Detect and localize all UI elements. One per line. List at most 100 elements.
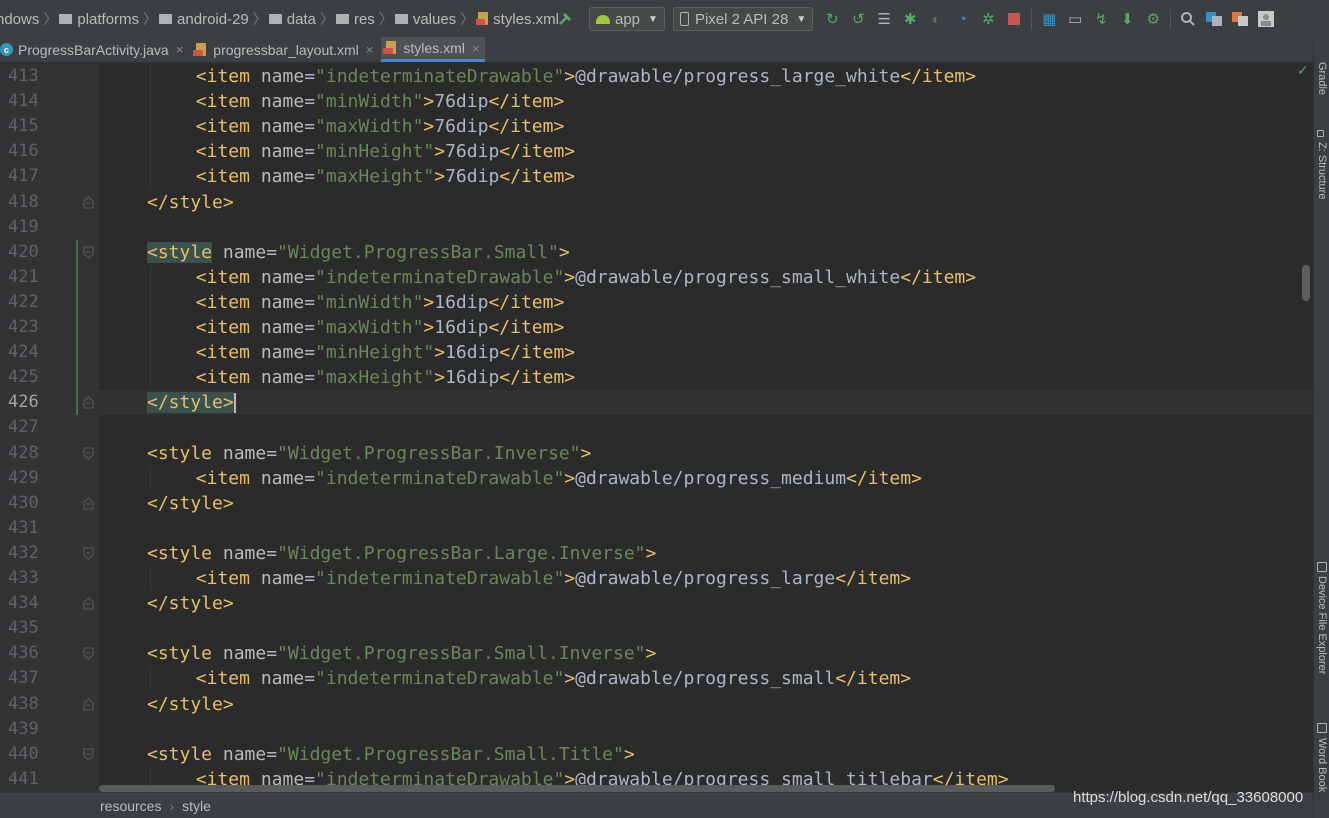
code-line[interactable]: <item name="minHeight">76dip</item> <box>99 139 1313 164</box>
fold-collapse-icon[interactable] <box>83 246 94 259</box>
code-line[interactable]: </style> <box>99 491 1313 516</box>
vertical-scrollbar[interactable] <box>1302 265 1310 301</box>
code-line[interactable]: <item name="indeterminateDrawable">@draw… <box>99 466 1313 491</box>
gutter-line[interactable]: 430 <box>0 491 99 516</box>
coverage-icon[interactable]: ◐ <box>925 8 947 30</box>
gutter-line[interactable]: 438 <box>0 692 99 717</box>
horizontal-scrollbar[interactable] <box>99 785 1055 792</box>
code-line[interactable]: <item name="indeterminateDrawable">@draw… <box>99 64 1313 89</box>
line-number-gutter[interactable]: 413 414 415 416 417 418 419 420 421 422 423 424 425 4… <box>0 64 99 792</box>
code-line[interactable]: <style name="Widget.ProgressBar.Inverse"… <box>99 441 1313 466</box>
fold-collapse-icon[interactable] <box>83 547 94 560</box>
plugin-icon[interactable] <box>1229 8 1251 30</box>
gutter-line[interactable]: 418 <box>0 190 99 215</box>
gutter-line[interactable]: 422 <box>0 290 99 315</box>
code-line[interactable]: <style name="Widget.ProgressBar.Large.In… <box>99 541 1313 566</box>
fold-collapse-icon[interactable] <box>83 748 94 761</box>
code-line[interactable]: <item name="indeterminateDrawable">@draw… <box>99 265 1313 290</box>
code-editor[interactable]: 413 414 415 416 417 418 419 420 421 422 423 424 425 4… <box>0 64 1313 792</box>
gutter-line[interactable]: 427 <box>0 415 99 440</box>
code-line[interactable] <box>99 415 1313 440</box>
code-line[interactable]: <item name="minWidth">16dip</item> <box>99 290 1313 315</box>
hammer-build-icon[interactable] <box>555 8 577 30</box>
gutter-line[interactable]: 437 <box>0 666 99 691</box>
word-book-button[interactable]: Word Book <box>1316 738 1328 792</box>
code-line[interactable] <box>99 516 1313 541</box>
project-structure-icon[interactable]: ▦ <box>1038 8 1060 30</box>
breadcrumb-item-platforms[interactable]: platforms 〉 <box>57 9 161 29</box>
fold-collapse-icon[interactable] <box>83 647 94 660</box>
gutter-line[interactable]: 423 <box>0 315 99 340</box>
tab-styles-xml[interactable]: styles.xml × <box>381 37 486 62</box>
gutter-line[interactable]: 420 <box>0 240 99 265</box>
fold-collapse-icon[interactable] <box>83 447 94 460</box>
gutter-line[interactable]: 421 <box>0 265 99 290</box>
code-line[interactable]: <style name="Widget.ProgressBar.Small.Ti… <box>99 742 1313 767</box>
avd-manager-icon[interactable]: ▭ <box>1064 8 1086 30</box>
gutter-line[interactable]: 424 <box>0 340 99 365</box>
gutter-line[interactable]: 433 <box>0 566 99 591</box>
code-line[interactable]: <style name="Widget.ProgressBar.Small.In… <box>99 641 1313 666</box>
code-line[interactable]: <item name="maxWidth">16dip</item> <box>99 315 1313 340</box>
translate-icon[interactable] <box>1203 8 1225 30</box>
gutter-line[interactable]: 432 <box>0 541 99 566</box>
gutter-line[interactable]: 440 <box>0 742 99 767</box>
gutter-line[interactable]: 419 <box>0 215 99 240</box>
gutter-line[interactable]: 426 <box>0 390 99 415</box>
code-line[interactable]: </style> <box>99 692 1313 717</box>
code-line[interactable]: <item name="indeterminateDrawable">@draw… <box>99 566 1313 591</box>
fold-end-icon[interactable] <box>83 497 94 510</box>
gutter-line[interactable]: 431 <box>0 516 99 541</box>
debug-icon[interactable]: ✱ <box>899 8 921 30</box>
gutter-line[interactable]: 429 <box>0 466 99 491</box>
fold-end-icon[interactable] <box>83 597 94 610</box>
attach-debugger-icon[interactable]: ✲ <box>977 8 999 30</box>
gutter-line[interactable]: 439 <box>0 717 99 742</box>
gutter-line[interactable]: 428 <box>0 441 99 466</box>
breadcrumb-item-data[interactable]: data 〉 <box>267 9 338 29</box>
code-line[interactable] <box>99 215 1313 240</box>
tab-progressbaractivity-java[interactable]: c ProgressBarActivity.java × <box>0 37 189 62</box>
logcat-icon[interactable]: ☰ <box>873 8 895 30</box>
fold-end-icon[interactable] <box>83 697 94 711</box>
tab-progressbar-layout-xml[interactable]: progressbar_layout.xml × <box>191 37 379 62</box>
code-line[interactable]: <item name="maxHeight">16dip</item> <box>99 365 1313 390</box>
apply-changes-icon[interactable]: ↻ <box>821 8 843 30</box>
device-file-explorer-button[interactable]: Device File Explorer <box>1316 576 1328 674</box>
code-line[interactable]: </style> <box>99 190 1313 215</box>
breadcrumb-item-styles-xml[interactable]: styles.xml <box>474 11 559 28</box>
stop-icon[interactable] <box>1003 8 1025 30</box>
code-line[interactable]: </style> <box>99 591 1313 616</box>
code-line[interactable] <box>99 717 1313 742</box>
code-line[interactable]: <item name="indeterminateDrawable">@draw… <box>99 666 1313 691</box>
code-line[interactable]: <item name="maxWidth">76dip</item> <box>99 114 1313 139</box>
gutter-line[interactable]: 436 <box>0 641 99 666</box>
layout-inspector-icon[interactable]: ⚙ <box>1142 8 1164 30</box>
close-icon[interactable]: × <box>366 42 374 57</box>
apply-code-changes-icon[interactable]: ↺ <box>847 8 869 30</box>
xml-breadcrumb-item-style[interactable]: style <box>182 798 211 814</box>
code-line[interactable]: <item name="minWidth">76dip</item> <box>99 89 1313 114</box>
search-icon[interactable] <box>1177 8 1199 30</box>
code-line[interactable]: <item name="minHeight">16dip</item> <box>99 340 1313 365</box>
sdk-manager-icon[interactable]: ⬇ <box>1116 8 1138 30</box>
breadcrumb-item-windows[interactable]: ndows 〉 <box>0 9 61 29</box>
run-configuration-select[interactable]: app ▼ <box>589 7 665 31</box>
breadcrumb-item-res[interactable]: res 〉 <box>334 9 397 29</box>
gutter-line[interactable]: 435 <box>0 616 99 641</box>
fold-end-icon[interactable] <box>83 396 94 409</box>
breadcrumb-item-values[interactable]: values 〉 <box>393 9 478 29</box>
gutter-line[interactable]: 434 <box>0 591 99 616</box>
code-line[interactable] <box>99 616 1313 641</box>
gutter-line[interactable]: 417 <box>0 164 99 189</box>
gradle-panel-button[interactable]: Gradle <box>1316 62 1328 95</box>
code-line[interactable]: <item name="maxHeight">76dip</item> <box>99 164 1313 189</box>
code-line[interactable]: </style> <box>99 390 1313 416</box>
gutter-line[interactable]: 415 <box>0 114 99 139</box>
structure-panel-button[interactable]: Z: Structure <box>1316 142 1328 199</box>
gradle-sync-icon[interactable]: ↯ <box>1090 8 1112 30</box>
gutter-line[interactable]: 441 <box>0 767 99 792</box>
xml-breadcrumb-item-resources[interactable]: resources <box>100 798 161 814</box>
gutter-line[interactable]: 416 <box>0 139 99 164</box>
close-icon[interactable]: × <box>176 42 184 57</box>
